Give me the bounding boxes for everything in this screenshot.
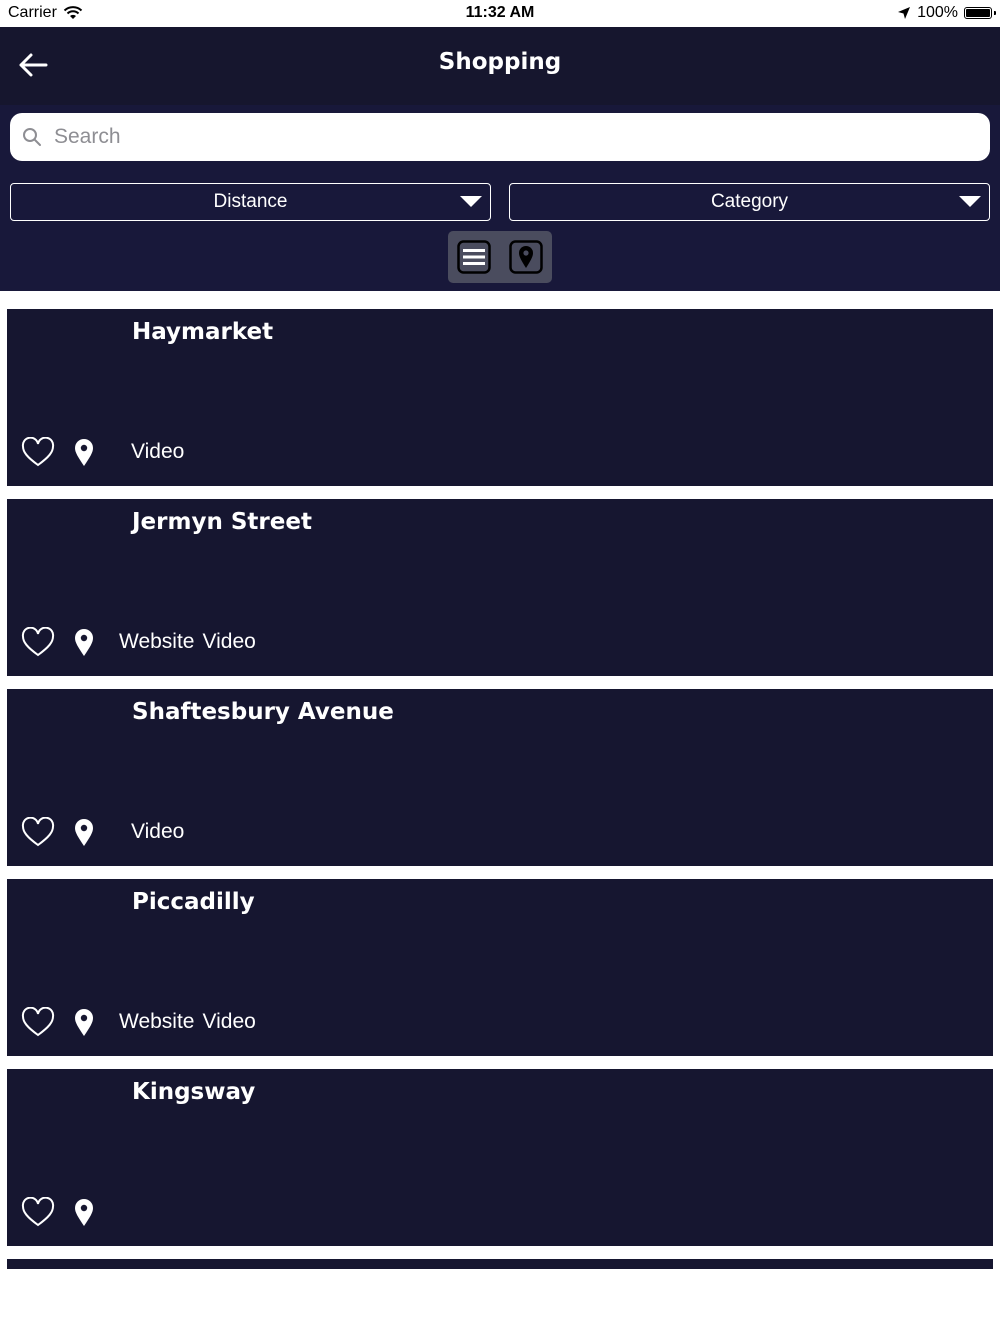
chevron-down-icon bbox=[460, 196, 482, 207]
view-toggle bbox=[448, 231, 552, 283]
place-name: Kingsway bbox=[132, 1079, 256, 1105]
heart-icon[interactable] bbox=[21, 627, 55, 657]
list-item[interactable]: Kingsway bbox=[7, 1069, 993, 1246]
heart-icon[interactable] bbox=[21, 1007, 55, 1037]
card-links: Video bbox=[131, 440, 184, 464]
video-link[interactable]: Video bbox=[202, 1010, 255, 1033]
place-name: Haymarket bbox=[132, 319, 274, 345]
map-pin-icon[interactable] bbox=[73, 437, 95, 467]
place-name: Jermyn Street bbox=[132, 509, 312, 535]
map-pin-icon[interactable] bbox=[73, 817, 95, 847]
chevron-down-icon bbox=[959, 196, 981, 207]
status-right-group: 100% bbox=[897, 4, 996, 22]
card-actions bbox=[21, 627, 95, 657]
battery-icon bbox=[964, 7, 996, 19]
list-item-partial bbox=[7, 1259, 993, 1269]
map-pin-icon[interactable] bbox=[73, 627, 95, 657]
location-arrow-icon bbox=[898, 7, 911, 19]
status-bar: Carrier 11:32 AM 100% bbox=[0, 0, 1000, 27]
list-item[interactable]: Haymarket Video bbox=[7, 309, 993, 486]
page-title: Shopping bbox=[438, 49, 562, 75]
map-pin-icon[interactable] bbox=[73, 1197, 95, 1227]
card-actions bbox=[21, 1007, 95, 1037]
search-input[interactable] bbox=[52, 124, 956, 150]
distance-dropdown[interactable]: Distance bbox=[10, 183, 491, 221]
website-link[interactable]: Website bbox=[119, 630, 194, 653]
distance-dropdown-label: Distance bbox=[213, 191, 288, 212]
place-name: Shaftesbury Avenue bbox=[132, 699, 394, 725]
battery-fill bbox=[966, 9, 990, 17]
search-icon bbox=[23, 128, 41, 146]
card-links: Website Video bbox=[119, 630, 256, 654]
map-view-icon[interactable] bbox=[509, 240, 543, 274]
place-name: Piccadilly bbox=[132, 889, 255, 915]
category-dropdown-label: Category bbox=[710, 191, 789, 212]
video-link[interactable]: Video bbox=[131, 820, 184, 843]
map-pin-icon[interactable] bbox=[73, 1007, 95, 1037]
video-link[interactable]: Video bbox=[131, 440, 184, 463]
card-actions bbox=[21, 817, 95, 847]
battery-percent: 100% bbox=[917, 4, 958, 21]
website-link[interactable]: Website bbox=[119, 1010, 194, 1033]
list-view-icon[interactable] bbox=[457, 240, 491, 274]
status-time: 11:32 AM bbox=[465, 4, 535, 21]
category-dropdown[interactable]: Category bbox=[509, 183, 990, 221]
header: Shopping Distance Category bbox=[0, 27, 1000, 291]
card-links: Website Video bbox=[119, 1010, 256, 1034]
list-item[interactable]: Piccadilly Website Video bbox=[7, 879, 993, 1056]
heart-icon[interactable] bbox=[21, 817, 55, 847]
heart-icon[interactable] bbox=[21, 1197, 55, 1227]
list-item[interactable]: Jermyn Street Website Video bbox=[7, 499, 993, 676]
card-links: Video bbox=[131, 820, 184, 844]
card-actions bbox=[21, 437, 95, 467]
card-actions bbox=[21, 1197, 95, 1227]
search-bar[interactable] bbox=[10, 113, 990, 161]
list-item[interactable]: Shaftesbury Avenue Video bbox=[7, 689, 993, 866]
heart-icon[interactable] bbox=[21, 437, 55, 467]
video-link[interactable]: Video bbox=[202, 630, 255, 653]
